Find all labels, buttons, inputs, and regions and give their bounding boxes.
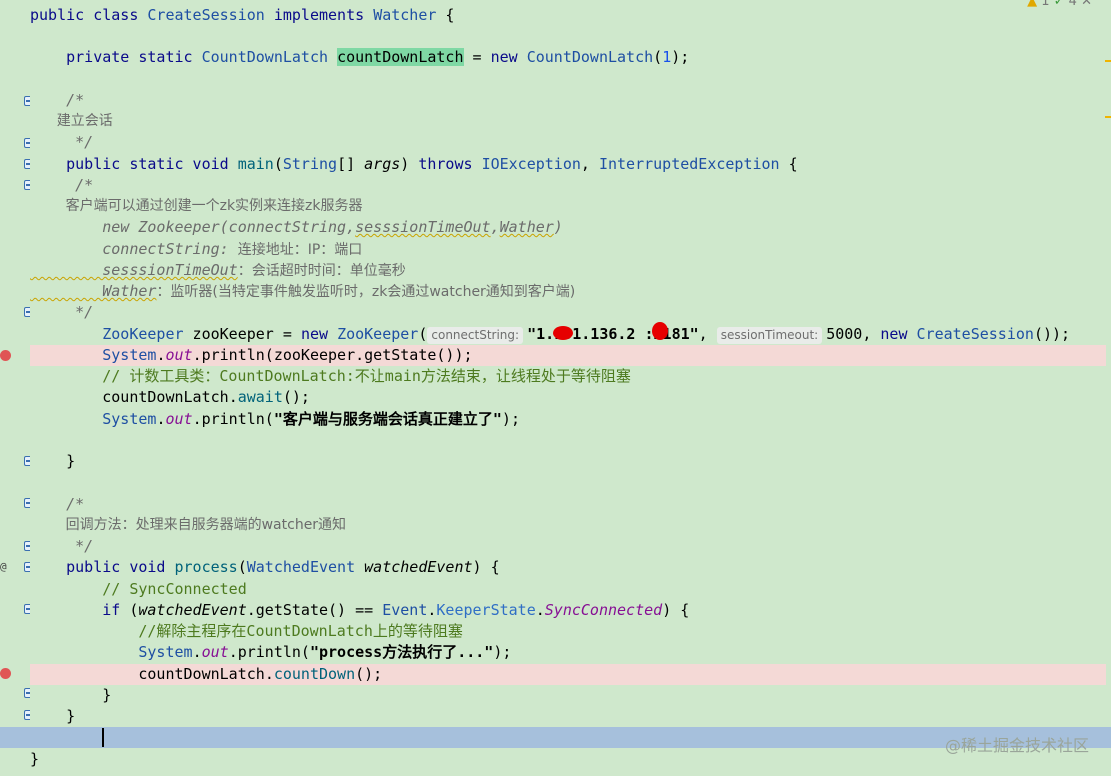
breakpoint-icon[interactable] <box>0 668 11 679</box>
code-line[interactable]: /* <box>30 494 1106 515</box>
code-line[interactable]: // 计数工具类：CountDownLatch:不让main方法结束，让线程处于… <box>30 366 1106 387</box>
code-line[interactable]: 客户端可以通过创建一个zk实例来连接zk服务器 <box>30 196 1106 217</box>
code-line[interactable]: if (watchedEvent.getState() == Event.Kee… <box>30 600 1106 621</box>
override-marker-icon[interactable]: @ <box>0 560 7 573</box>
error-stripe[interactable] <box>1105 0 1111 776</box>
code-line[interactable]: /* <box>30 175 1106 196</box>
code-line[interactable]: public void process(WatchedEvent watched… <box>30 557 1106 578</box>
code-line[interactable]: System.out.println(zooKeeper.getState())… <box>30 345 1106 366</box>
code-line[interactable]: // SyncConnected <box>30 579 1106 600</box>
code-line[interactable]: new Zookeeper(connectString,sesssionTime… <box>30 217 1106 238</box>
breakpoint-icon[interactable] <box>0 350 11 361</box>
code-line[interactable]: } <box>30 706 1106 727</box>
code-line[interactable]: 回调方法：处理来自服务器端的watcher通知 <box>30 515 1106 536</box>
parameter-hint: sessionTimeout: <box>716 327 823 344</box>
code-line[interactable]: public class CreateSession implements Wa… <box>30 5 1106 26</box>
warning-mark[interactable] <box>1105 60 1111 62</box>
code-line[interactable]: countDownLatch.await(); <box>30 387 1106 408</box>
watermark: @稀土掘金技术社区 <box>944 736 1089 755</box>
redaction-mark <box>652 322 668 340</box>
code-line[interactable]: /* <box>30 90 1106 111</box>
code-line[interactable]: countDownLatch.countDown(); <box>30 664 1106 685</box>
code-line[interactable]: } <box>30 451 1106 472</box>
text-caret <box>102 728 104 747</box>
code-line[interactable]: Wather：监听器(当特定事件触发监听时，zk会通过watcher通知到客户端… <box>30 281 1106 302</box>
code-line[interactable]: //解除主程序在CountDownLatch上的等待阻塞 <box>30 621 1106 642</box>
code-line[interactable]: } <box>30 685 1106 706</box>
code-line[interactable]: */ <box>30 302 1106 323</box>
code-line[interactable]: sesssionTimeOut：会话超时时间：单位毫秒 <box>30 260 1106 281</box>
warning-mark[interactable] <box>1105 116 1111 118</box>
code-line[interactable]: private static CountDownLatch countDownL… <box>30 47 1106 68</box>
editor-gutter[interactable]: @ <box>0 0 34 776</box>
redaction-mark <box>553 326 573 340</box>
code-line[interactable]: connectString: 连接地址：IP：端口 <box>30 239 1106 260</box>
code-editor[interactable]: ▲ 1 ✓ 4 ✕ public class CreateSession imp… <box>0 0 1111 776</box>
code-line[interactable]: 建立会话 <box>30 111 1106 132</box>
code-line[interactable]: System.out.println("客户端与服务端会话真正建立了"); <box>30 409 1106 430</box>
highlighted-identifier: countDownLatch <box>337 48 464 66</box>
code-line[interactable]: public static void main(String[] args) t… <box>30 154 1106 175</box>
parameter-hint: connectString: <box>427 327 524 344</box>
code-line[interactable]: */ <box>30 536 1106 557</box>
code-line[interactable]: */ <box>30 132 1106 153</box>
code-line[interactable]: System.out.println("process方法执行了..."); <box>30 642 1106 663</box>
